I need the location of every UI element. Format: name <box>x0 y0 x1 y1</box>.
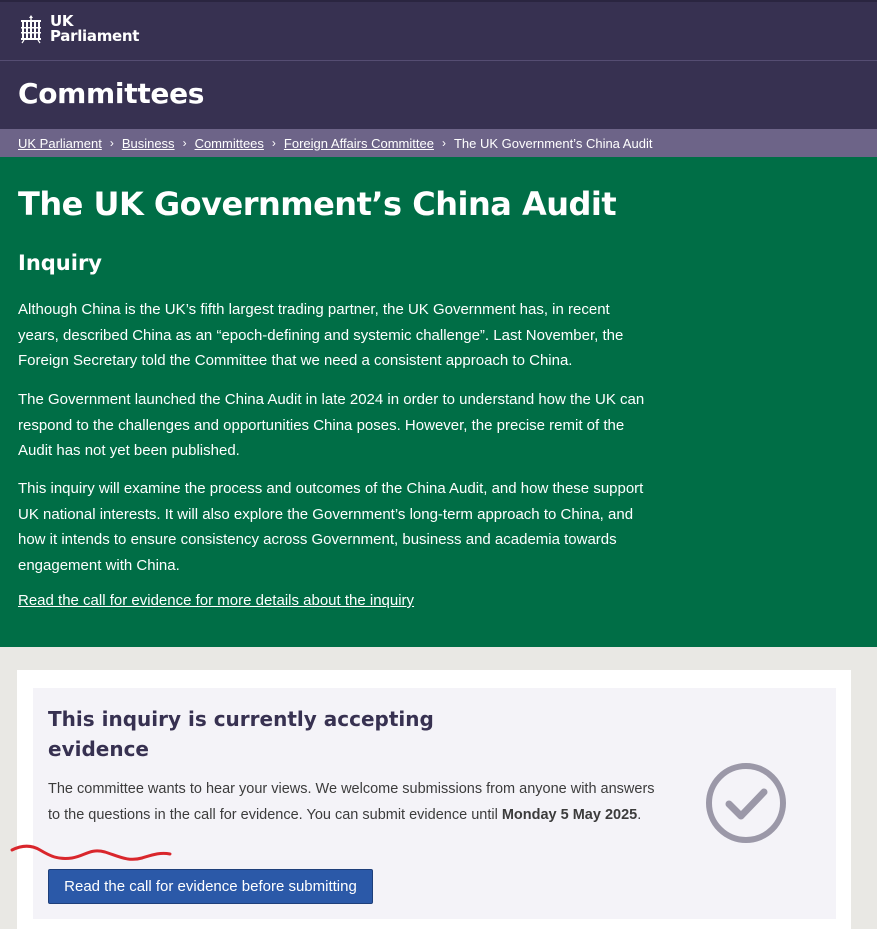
logo-text: UK Parliament <box>50 14 139 44</box>
breadcrumb: UK Parliament › Business › Committees › … <box>0 129 877 157</box>
check-circle-icon <box>704 761 788 850</box>
evidence-card-text: The committee wants to hear your views. … <box>48 776 668 828</box>
inquiry-subtitle: Inquiry <box>18 251 102 275</box>
evidence-deadline: Monday 5 May 2025 <box>501 807 638 823</box>
call-for-evidence-details-link[interactable]: Read the call for evidence for more deta… <box>18 592 414 609</box>
breadcrumb-committees[interactable]: Committees <box>195 136 264 151</box>
breadcrumb-separator: › <box>441 136 446 150</box>
evidence-card-heading: This inquiry is currently accepting evid… <box>48 707 434 761</box>
read-call-for-evidence-button[interactable]: Read the call for evidence before submit… <box>48 869 373 904</box>
section-title-bar: Committees <box>0 60 877 129</box>
red-underline-annotation <box>10 838 175 873</box>
page-title: The UK Government’s China Audit <box>18 185 617 223</box>
breadcrumb-uk-parliament[interactable]: UK Parliament <box>18 136 102 151</box>
breadcrumb-separator: › <box>109 136 114 150</box>
breadcrumb-current: The UK Government’s China Audit <box>453 135 653 151</box>
inquiry-hero: The UK Government’s China Audit Inquiry … <box>0 157 877 647</box>
breadcrumb-business[interactable]: Business <box>122 136 175 151</box>
logo-line-2: Parliament <box>50 27 140 45</box>
inquiry-paragraph-2: The Government launched the China Audit … <box>18 391 645 459</box>
inquiry-paragraph-1: Although China is the UK’s fifth largest… <box>18 301 624 369</box>
inquiry-paragraph-3: This inquiry will examine the process an… <box>18 480 644 574</box>
portcullis-icon <box>18 14 44 44</box>
evidence-card-text-end: . <box>637 807 642 823</box>
breadcrumb-foreign-affairs-committee[interactable]: Foreign Affairs Committee <box>284 136 434 151</box>
top-bar: UK Parliament <box>0 0 877 60</box>
uk-parliament-logo[interactable]: UK Parliament <box>18 14 139 44</box>
evidence-card: This inquiry is currently accepting evid… <box>33 688 836 919</box>
breadcrumb-separator: › <box>271 136 276 150</box>
breadcrumb-separator: › <box>182 136 187 150</box>
section-title: Committees <box>18 77 205 110</box>
